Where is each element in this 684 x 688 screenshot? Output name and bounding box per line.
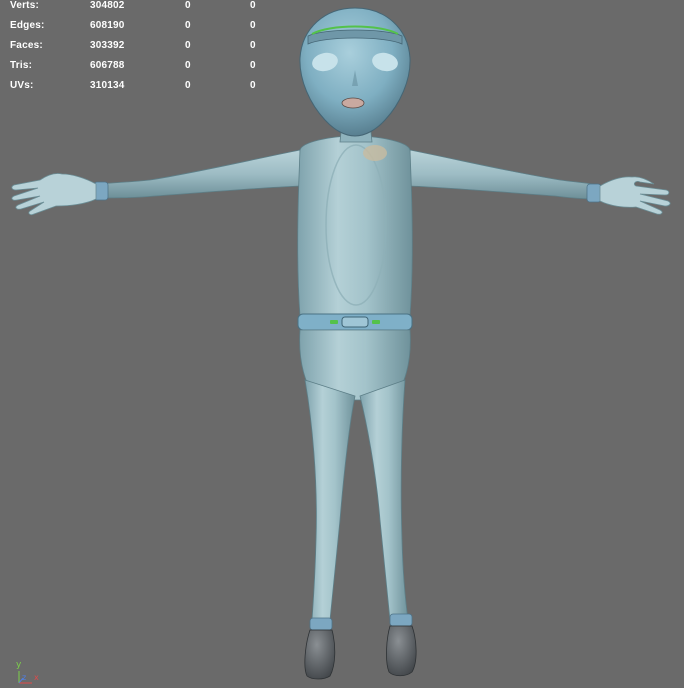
right-hand [599, 176, 671, 215]
chest-emblem [363, 145, 387, 161]
z-axis-label: z [22, 673, 27, 682]
right-shoe [386, 625, 417, 677]
left-shoe [304, 629, 336, 680]
belt-buckle [341, 316, 369, 328]
left-hand [11, 173, 97, 216]
belt-light-left [330, 320, 338, 324]
x-axis-label: x [34, 673, 39, 682]
left-arm [97, 149, 301, 199]
right-arm [409, 149, 599, 200]
right-ankle-band [389, 613, 413, 627]
alien-character-model[interactable] [0, 0, 684, 688]
right-leg [359, 379, 409, 621]
left-leg [304, 379, 356, 621]
belt-light-right [372, 320, 380, 324]
3d-viewport[interactable]: Verts: 304802 0 0 Edges: 608190 0 0 Face… [0, 0, 684, 688]
axis-lines [18, 671, 32, 684]
mouth [341, 97, 365, 109]
left-ankle-band [309, 617, 333, 631]
right-wristband [586, 183, 602, 203]
axis-gizmo: y z x [12, 660, 52, 686]
torso [297, 135, 413, 317]
